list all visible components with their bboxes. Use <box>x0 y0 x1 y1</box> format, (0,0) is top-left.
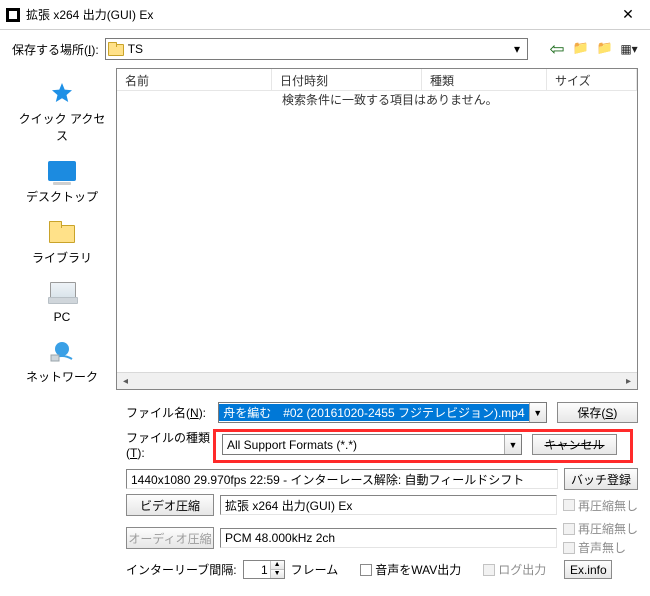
filename-label: ファイル名(N): <box>126 404 208 421</box>
view-menu-icon[interactable]: ▦▾ <box>620 41 638 57</box>
filetype-row: ファイルの種類(T): All Support Formats (*.*) ▼ … <box>12 429 638 460</box>
libraries-icon <box>49 221 75 243</box>
desktop-icon <box>48 161 76 181</box>
save-in-label: 保存する場所(I): <box>12 41 99 58</box>
file-list-headers: 名前 日付時刻 種類 サイズ <box>117 69 637 91</box>
video-comp-row: ビデオ圧縮 拡張 x264 出力(GUI) Ex 再圧縮無し <box>12 494 638 516</box>
network-icon <box>45 336 79 366</box>
file-list-pane: 名前 日付時刻 種類 サイズ 検索条件に一致する項目はありません。 ◂ ▸ <box>116 68 638 390</box>
up-folder-icon[interactable]: 📁 <box>572 41 590 57</box>
audio-compression-button: オーディオ圧縮 <box>126 527 214 549</box>
filetype-value: All Support Formats (*.*) <box>223 438 504 452</box>
scroll-left-icon[interactable]: ◂ <box>117 373 134 390</box>
filename-row: ファイル名(N): 舟を編む #02 (20161020-2455 フジテレビジ… <box>12 402 638 423</box>
wav-output-check[interactable]: 音声をWAV出力 <box>360 561 461 578</box>
save-in-combo[interactable]: TS ▾ <box>105 38 528 60</box>
form-rows: ファイル名(N): 舟を編む #02 (20161020-2455 フジテレビジ… <box>12 402 638 460</box>
close-button[interactable]: ✕ <box>606 0 650 30</box>
save-in-value: TS <box>128 42 509 56</box>
scroll-right-icon[interactable]: ▸ <box>620 373 637 390</box>
no-recompress-check-video: 再圧縮無し <box>563 497 638 514</box>
cancel-button[interactable]: キャンセル <box>532 434 617 455</box>
horizontal-scrollbar[interactable]: ◂ ▸ <box>117 372 637 389</box>
checkbox-icon <box>563 499 575 511</box>
client-area: 保存する場所(I): TS ▾ ⇦ 📁 📁 ▦▾ クイック アクセス <box>0 30 650 593</box>
folder-icon <box>108 42 124 56</box>
no-audio-check: 音声無し <box>563 539 638 556</box>
interleave-value-input[interactable]: 1 ▲▼ <box>243 560 285 579</box>
star-icon <box>45 78 79 108</box>
col-date[interactable]: 日付時刻 <box>272 69 422 90</box>
col-kind[interactable]: 種類 <box>422 69 547 90</box>
title-bar: 拡張 x264 出力(GUI) Ex ✕ <box>0 0 650 30</box>
exinfo-button[interactable]: Ex.info <box>564 560 612 579</box>
new-folder-icon[interactable]: 📁 <box>596 41 614 57</box>
col-size[interactable]: サイズ <box>547 69 637 90</box>
checkbox-icon <box>563 523 575 535</box>
audio-comp-row: オーディオ圧縮 PCM 48.000kHz 2ch 再圧縮無し 音声無し <box>12 520 638 556</box>
filename-input[interactable]: 舟を編む #02 (20161020-2455 フジテレビジョン).mp4 ▼ <box>218 402 546 423</box>
save-in-row: 保存する場所(I): TS ▾ ⇦ 📁 📁 ▦▾ <box>12 38 638 60</box>
filetype-input[interactable]: All Support Formats (*.*) ▼ <box>222 434 522 455</box>
empty-message: 検索条件に一致する項目はありません。 <box>282 91 498 108</box>
window-title: 拡張 x264 出力(GUI) Ex <box>26 6 606 23</box>
app-icon <box>6 8 20 22</box>
place-quick-access[interactable]: クイック アクセス <box>15 74 110 148</box>
video-compression-button[interactable]: ビデオ圧縮 <box>126 494 214 516</box>
batch-register-button[interactable]: バッチ登録 <box>564 468 638 490</box>
place-pc[interactable]: PC <box>15 274 110 328</box>
place-desktop[interactable]: デスクトップ <box>15 152 110 209</box>
checkbox-icon <box>563 542 575 554</box>
dropdown-icon[interactable]: ▼ <box>529 403 546 422</box>
checkbox-icon <box>483 564 495 576</box>
nav-toolbar: ⇦ 📁 📁 ▦▾ <box>534 41 638 57</box>
pc-icon <box>48 282 76 304</box>
filename-value: 舟を編む #02 (20161020-2455 フジテレビジョン).mp4 <box>219 404 528 421</box>
log-output-check: ログ出力 <box>483 561 546 578</box>
checkbox-icon <box>360 564 372 576</box>
interleave-unit: フレーム <box>291 561 339 578</box>
back-icon[interactable]: ⇦ <box>548 41 566 57</box>
dropdown-icon[interactable]: ▾ <box>509 42 525 56</box>
places-bar: クイック アクセス デスクトップ ライブラリ PC ネットワーク <box>12 68 112 390</box>
place-network[interactable]: ネットワーク <box>15 332 110 389</box>
main-split: クイック アクセス デスクトップ ライブラリ PC ネットワーク <box>12 68 638 390</box>
video-compression-value: 拡張 x264 出力(GUI) Ex <box>220 495 557 515</box>
col-name[interactable]: 名前 <box>117 69 272 90</box>
file-list-body[interactable]: 検索条件に一致する項目はありません。 <box>117 91 637 372</box>
save-button[interactable]: 保存(S) <box>557 402 638 423</box>
filetype-label: ファイルの種類(T): <box>126 429 212 460</box>
place-libraries[interactable]: ライブラリ <box>15 213 110 270</box>
lower-panel: 1440x1080 29.970fps 22:59 - インターレース解除: 自… <box>12 466 638 585</box>
spinner-icon[interactable]: ▲▼ <box>270 561 284 578</box>
no-recompress-check-audio: 再圧縮無し <box>563 520 638 537</box>
dropdown-icon[interactable]: ▼ <box>504 435 521 454</box>
interleave-row: インターリーブ間隔: 1 ▲▼ フレーム 音声をWAV出力 ログ出力 Ex.in… <box>12 560 638 579</box>
audio-compression-value: PCM 48.000kHz 2ch <box>220 528 557 548</box>
info-row: 1440x1080 29.970fps 22:59 - インターレース解除: 自… <box>12 468 638 490</box>
interleave-label: インターリーブ間隔: <box>126 561 237 578</box>
media-info: 1440x1080 29.970fps 22:59 - インターレース解除: 自… <box>126 469 558 489</box>
